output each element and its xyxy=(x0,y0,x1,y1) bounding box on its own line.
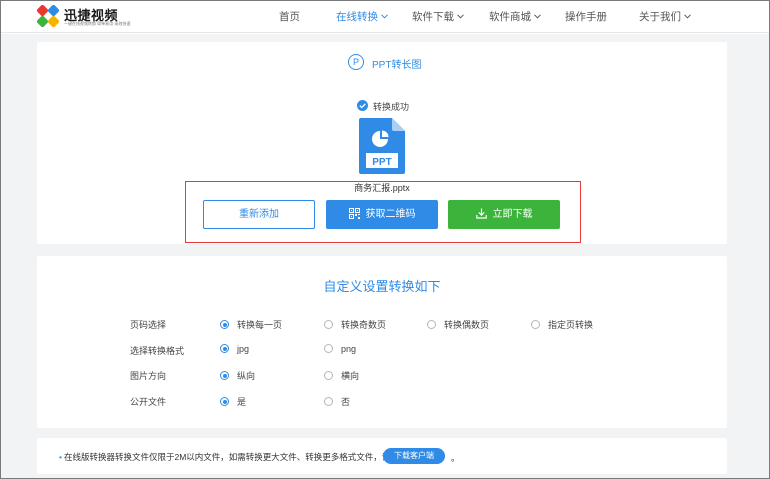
option-public-yes[interactable]: 是 xyxy=(220,395,246,408)
chevron-down-icon xyxy=(534,14,541,19)
radio-unchecked xyxy=(531,320,540,330)
orientation-label: 图片方向 xyxy=(130,371,167,381)
top-navigation: 迅捷视频 一键在线视频转换 简单易用·高效快速 首页 在线转换 软件下载 软件商… xyxy=(1,1,769,33)
option-every-page[interactable]: 转换每一页 xyxy=(220,318,282,331)
option-label: 转换每一页 xyxy=(237,320,283,330)
radio-checked xyxy=(220,344,229,354)
qr-code-icon xyxy=(348,207,360,219)
option-label: 转换奇数页 xyxy=(341,320,387,330)
p-circle-icon: P xyxy=(348,54,364,70)
pinwheel-logo-icon xyxy=(37,5,59,27)
option-label: jpg xyxy=(237,344,250,354)
qr-label: 获取二维码 xyxy=(365,209,416,220)
nav-label: 在线转换 xyxy=(336,11,378,23)
notice-text: • 在线版转换器转换文件仅限于2M以内文件，如需转换更大文件、转换更多格式文件，请 xyxy=(59,451,390,463)
option-odd-pages[interactable]: 转换奇数页 xyxy=(324,318,386,331)
nav-label: 软件商城 xyxy=(489,11,531,23)
option-label: 否 xyxy=(341,397,351,407)
option-even-pages[interactable]: 转换偶数页 xyxy=(427,318,489,331)
readd-label: 重新添加 xyxy=(239,209,279,220)
settings-title: 自定义设置转换如下 xyxy=(323,279,441,294)
nav-label: 操作手册 xyxy=(565,11,607,23)
download-icon xyxy=(475,208,487,219)
chevron-down-icon xyxy=(457,14,464,19)
nav-label: 关于我们 xyxy=(639,11,681,23)
format-label: 选择转换格式 xyxy=(130,346,185,356)
option-label: 是 xyxy=(237,397,247,407)
download-label: 立即下载 xyxy=(492,209,533,220)
radio-unchecked xyxy=(324,397,333,407)
option-jpg[interactable]: jpg xyxy=(220,344,249,354)
conversion-status: 转换成功 xyxy=(373,102,410,112)
notice-bar: • 在线版转换器转换文件仅限于2M以内文件，如需转换更大文件、转换更多格式文件，请… xyxy=(37,438,727,474)
radio-checked xyxy=(220,320,229,330)
page-selection-label: 页码选择 xyxy=(130,320,167,330)
nav-software-store[interactable]: 软件商城 xyxy=(489,9,541,24)
radio-unchecked xyxy=(324,320,333,330)
nav-label: 首页 xyxy=(279,11,300,23)
notice-bullet: • xyxy=(59,452,62,462)
option-png[interactable]: png xyxy=(324,344,356,354)
notice-message: 在线版转换器转换文件仅限于2M以内文件，如需转换更大文件、转换更多格式文件，请 xyxy=(63,452,391,462)
nav-online-convert[interactable]: 在线转换 xyxy=(336,9,388,24)
radio-unchecked xyxy=(427,320,436,330)
ppt-file-icon: PPT xyxy=(359,118,405,174)
brand-logo[interactable]: 迅捷视频 一键在线视频转换 简单易用·高效快速 xyxy=(37,5,131,29)
option-portrait[interactable]: 纵向 xyxy=(220,369,255,382)
option-specific-pages[interactable]: 指定页转换 xyxy=(531,318,593,331)
radio-unchecked xyxy=(324,371,333,381)
option-public-no[interactable]: 否 xyxy=(324,395,350,408)
download-client-button[interactable]: 下载客户端 xyxy=(383,448,445,464)
nav-label: 软件下载 xyxy=(412,11,454,23)
download-now-button[interactable]: 立即下载 xyxy=(448,200,560,229)
nav-software-download[interactable]: 软件下载 xyxy=(412,9,464,24)
radio-checked xyxy=(220,371,229,381)
option-landscape[interactable]: 横向 xyxy=(324,369,359,382)
radio-unchecked xyxy=(324,344,333,354)
nav-manual[interactable]: 操作手册 xyxy=(565,9,607,24)
public-file-label: 公开文件 xyxy=(130,397,167,407)
option-label: 纵向 xyxy=(237,371,256,381)
option-label: 横向 xyxy=(341,371,360,381)
file-type-label: PPT xyxy=(372,157,391,168)
notice-tail: 。 xyxy=(451,453,461,463)
chevron-down-icon xyxy=(381,14,388,19)
option-label: 转换偶数页 xyxy=(444,320,490,330)
nav-about-us[interactable]: 关于我们 xyxy=(639,9,691,24)
readd-button[interactable]: 重新添加 xyxy=(203,200,315,229)
tool-title: PPT转长图 xyxy=(372,60,422,71)
radio-checked xyxy=(220,397,229,407)
get-qr-code-button[interactable]: 获取二维码 xyxy=(326,200,438,229)
option-label: 指定页转换 xyxy=(548,320,594,330)
settings-card: 自定义设置转换如下 页码选择 转换每一页 转换奇数页 转换偶数页 指定页转换 选… xyxy=(37,256,727,428)
conversion-card: P PPT转长图 转换成功 PPT 商务汇报.pptx 重新添加 获取二维码 立… xyxy=(37,42,727,244)
brand-slogan: 一键在线视频转换 简单易用·高效快速 xyxy=(64,21,131,26)
chevron-down-icon xyxy=(684,14,691,19)
nav-home[interactable]: 首页 xyxy=(279,9,300,24)
option-label: png xyxy=(341,344,357,354)
check-circle-icon xyxy=(357,100,368,111)
